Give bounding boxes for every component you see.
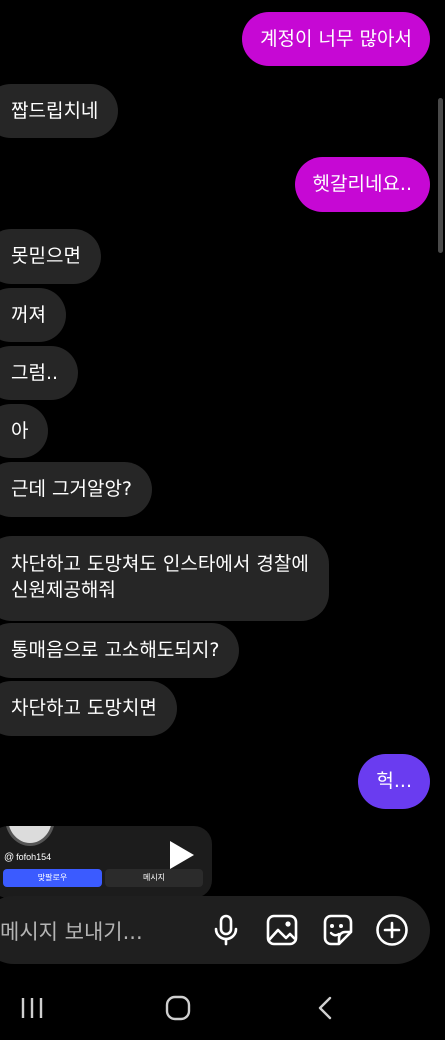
plus-icon[interactable] <box>374 912 410 948</box>
message-text: 꺼져 <box>11 304 46 326</box>
microphone-icon[interactable] <box>208 912 244 948</box>
message-text-line: 차단하고 도망쳐도 인스타에서 경찰에 <box>11 553 309 575</box>
sticker-icon[interactable] <box>319 912 355 948</box>
message-received-9[interactable]: 차단하고 도망치면 <box>0 681 177 736</box>
image-icon[interactable] <box>264 912 300 948</box>
threads-icon: @ <box>4 852 15 863</box>
avatar <box>5 826 55 846</box>
back-icon[interactable] <box>314 995 336 1021</box>
message-text: 통매음으로 고소해도되지? <box>11 639 220 661</box>
recent-apps-icon[interactable] <box>20 995 44 1021</box>
message-text: 차단하고 도망치면 <box>11 697 157 719</box>
message-text: 계정이 너무 많아서 <box>260 28 412 50</box>
message-text: 근데 그거알앙? <box>11 478 133 500</box>
message-received-3[interactable]: 꺼져 <box>0 288 66 342</box>
message-sent-3[interactable]: 헉... <box>358 754 430 809</box>
message-received-6[interactable]: 근데 그거알앙? <box>0 462 153 517</box>
message-text: 아 <box>11 420 29 442</box>
message-received-7[interactable]: 차단하고 도망쳐도 인스타에서 경찰에 신원제공해줘 <box>0 536 329 621</box>
play-icon[interactable] <box>170 841 194 869</box>
message-text-line: 신원제공해줘 <box>11 579 116 601</box>
message-received-8[interactable]: 통매음으로 고소해도되지? <box>0 623 240 678</box>
message-received-4[interactable]: 그럼.. <box>0 346 79 400</box>
post-username[interactable]: @ fofoh154 <box>4 852 51 863</box>
message-text: 헉... <box>376 770 412 792</box>
message-text: 못믿으면 <box>11 245 81 267</box>
message-text: 그럼.. <box>11 362 59 384</box>
scrollbar[interactable] <box>438 98 443 253</box>
message-composer[interactable]: 메시지 보내기... <box>0 896 430 964</box>
system-nav-bar <box>0 978 445 1040</box>
message-received-1[interactable]: 짭드립치네 <box>0 84 119 138</box>
message-sent-1[interactable]: 계정이 너무 많아서 <box>242 12 430 66</box>
username-text: fofoh154 <box>16 852 52 862</box>
shared-post-card[interactable]: @ fofoh154 맞팔로우 메시지 <box>0 826 212 898</box>
message-input[interactable]: 메시지 보내기... <box>0 916 143 946</box>
message-button[interactable]: 메시지 <box>105 869 203 887</box>
follow-back-button[interactable]: 맞팔로우 <box>3 869 102 887</box>
message-text: 짭드립치네 <box>11 100 99 122</box>
home-icon[interactable] <box>165 995 191 1021</box>
message-received-2[interactable]: 못믿으면 <box>0 229 101 284</box>
message-sent-2[interactable]: 헷갈리네요.. <box>294 157 430 212</box>
message-text: 헷갈리네요.. <box>312 173 412 195</box>
message-received-5[interactable]: 아 <box>0 404 49 458</box>
